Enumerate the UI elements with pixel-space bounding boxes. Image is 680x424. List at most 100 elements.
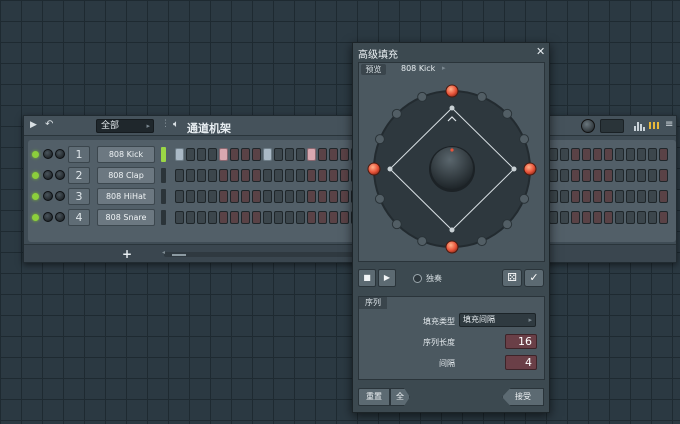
step-button[interactable] [296, 211, 305, 224]
channel-select-indicator[interactable] [161, 147, 166, 162]
step-button[interactable] [285, 169, 294, 182]
step-button[interactable] [230, 169, 239, 182]
step-button[interactable] [186, 211, 195, 224]
step-button[interactable] [340, 148, 349, 161]
step-button[interactable] [208, 190, 217, 203]
step-button[interactable] [252, 148, 261, 161]
step-sequencer-icon[interactable] [649, 122, 661, 129]
step-button[interactable] [340, 190, 349, 203]
fill-type-dropdown[interactable]: 填充间隔 ▸ [459, 313, 536, 327]
step-button[interactable] [582, 211, 591, 224]
volume-knob[interactable] [55, 149, 65, 159]
step-button[interactable] [274, 190, 283, 203]
play-button[interactable]: ▶ [378, 269, 396, 287]
inactive-step-dot[interactable] [374, 134, 385, 145]
step-button[interactable] [648, 148, 657, 161]
active-step-dot[interactable] [523, 162, 537, 176]
step-button[interactable] [274, 169, 283, 182]
mixer-track-number[interactable]: 3 [68, 188, 90, 205]
step-button[interactable] [582, 169, 591, 182]
step-button[interactable] [615, 148, 624, 161]
step-button[interactable] [285, 148, 294, 161]
channel-select-indicator[interactable] [161, 189, 166, 204]
channel-select-indicator[interactable] [161, 210, 166, 225]
inactive-step-dot[interactable] [391, 219, 402, 230]
accept-button[interactable]: 接受 [502, 388, 544, 406]
randomize-dice-icon[interactable]: ⚄ [502, 269, 522, 287]
step-button[interactable] [615, 211, 624, 224]
step-button[interactable] [175, 169, 184, 182]
pan-knob[interactable] [43, 212, 53, 222]
step-button[interactable] [252, 211, 261, 224]
step-button[interactable] [549, 190, 558, 203]
step-button[interactable] [626, 211, 635, 224]
volume-knob[interactable] [55, 212, 65, 222]
interval-field[interactable]: 4 [505, 355, 537, 370]
step-button[interactable] [659, 211, 668, 224]
step-button[interactable] [329, 148, 338, 161]
step-button[interactable] [274, 211, 283, 224]
step-button[interactable] [549, 148, 558, 161]
step-button[interactable] [307, 211, 316, 224]
stop-button[interactable]: ■ [358, 269, 376, 287]
mute-led[interactable] [32, 172, 39, 179]
step-button[interactable] [637, 148, 646, 161]
mute-led[interactable] [32, 214, 39, 221]
step-button[interactable] [197, 190, 206, 203]
channel-name-button[interactable]: 808 Snare [97, 209, 155, 226]
scrollbar-thumb[interactable] [172, 254, 186, 256]
step-button[interactable] [285, 190, 294, 203]
undo-icon[interactable]: ↶ [45, 119, 53, 130]
step-button[interactable] [252, 190, 261, 203]
step-button[interactable] [340, 169, 349, 182]
step-button[interactable] [659, 190, 668, 203]
step-button[interactable] [549, 169, 558, 182]
close-icon[interactable]: ✕ [536, 45, 545, 58]
step-button[interactable] [560, 148, 569, 161]
step-button[interactable] [307, 148, 316, 161]
step-button[interactable] [307, 190, 316, 203]
all-button[interactable]: 全 [390, 388, 410, 406]
step-button[interactable] [219, 190, 228, 203]
step-button[interactable] [659, 169, 668, 182]
step-button[interactable] [604, 169, 613, 182]
sequence-length-field[interactable]: 16 [505, 334, 537, 349]
step-button[interactable] [274, 148, 283, 161]
step-button[interactable] [186, 148, 195, 161]
solo-toggle[interactable] [413, 274, 422, 283]
step-button[interactable] [219, 211, 228, 224]
step-button[interactable] [582, 148, 591, 161]
step-button[interactable] [241, 169, 250, 182]
step-button[interactable] [296, 169, 305, 182]
step-button[interactable] [208, 148, 217, 161]
swing-knob[interactable] [581, 119, 595, 133]
step-button[interactable] [659, 148, 668, 161]
volume-knob[interactable] [55, 170, 65, 180]
step-button[interactable] [593, 148, 602, 161]
step-button[interactable] [241, 190, 250, 203]
step-button[interactable] [197, 148, 206, 161]
step-button[interactable] [637, 190, 646, 203]
apply-check-icon[interactable]: ✓ [524, 269, 544, 287]
inactive-step-dot[interactable] [502, 219, 513, 230]
step-button[interactable] [615, 169, 624, 182]
inactive-step-dot[interactable] [374, 193, 385, 204]
step-button[interactable] [648, 190, 657, 203]
graph-editor-icon[interactable] [634, 120, 646, 131]
step-button[interactable] [571, 169, 580, 182]
step-button[interactable] [571, 211, 580, 224]
step-button[interactable] [219, 148, 228, 161]
step-button[interactable] [230, 190, 239, 203]
step-button[interactable] [263, 148, 272, 161]
step-button[interactable] [560, 190, 569, 203]
step-button[interactable] [615, 190, 624, 203]
step-button[interactable] [637, 169, 646, 182]
scroll-left-icon[interactable]: ◂ [162, 249, 165, 256]
step-button[interactable] [175, 190, 184, 203]
options-menu-icon[interactable]: ≡ [665, 119, 673, 130]
volume-knob[interactable] [55, 191, 65, 201]
step-button[interactable] [219, 169, 228, 182]
inactive-step-dot[interactable] [391, 108, 402, 119]
pan-knob[interactable] [43, 191, 53, 201]
pan-knob[interactable] [43, 149, 53, 159]
